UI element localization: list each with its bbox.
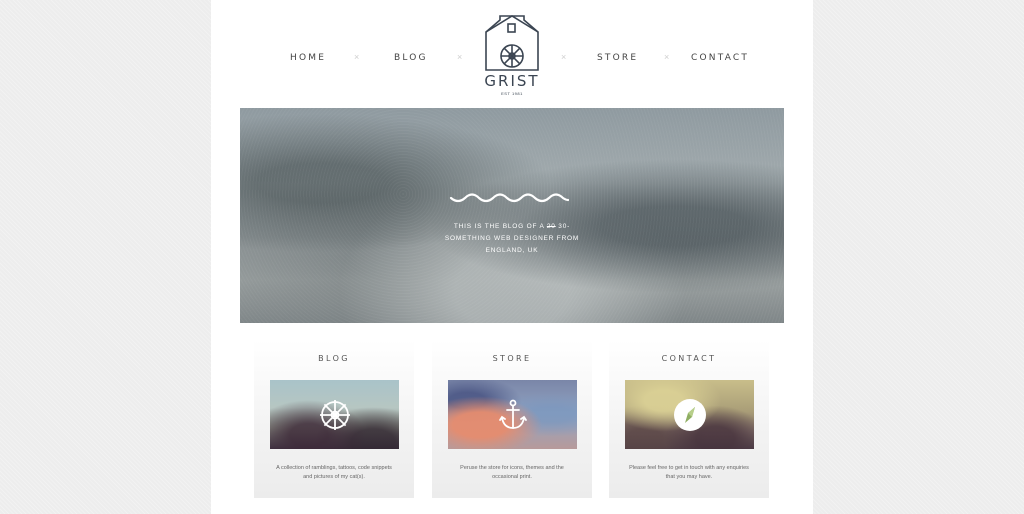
mill-house-icon xyxy=(485,15,539,71)
card-image[interactable] xyxy=(448,380,577,449)
nav-separator: × xyxy=(457,52,463,62)
nav-home[interactable]: HOME xyxy=(290,53,326,63)
card-contact[interactable]: CONTACT Please feel free to get in touch… xyxy=(609,340,769,498)
hero-tagline-struck: 20 xyxy=(546,223,556,230)
nav-separator: × xyxy=(354,52,360,62)
hero-tagline: THIS IS THE BLOG OF A 20 30-SOMETHING WE… xyxy=(437,221,587,257)
card-image[interactable] xyxy=(270,380,399,449)
hero-tagline-start: THIS IS THE BLOG OF A xyxy=(453,223,547,230)
wave-icon xyxy=(449,193,569,203)
nav-store[interactable]: STORE xyxy=(597,53,638,63)
nav-separator: × xyxy=(664,52,670,62)
card-title: BLOG xyxy=(318,354,350,363)
main-nav: HOME × BLOG × GRIST EST 1981 × STORE × C… xyxy=(211,0,813,105)
nav-blog[interactable]: BLOG xyxy=(394,53,428,63)
card-description: Please feel free to get in touch with an… xyxy=(629,465,749,480)
page-container: HOME × BLOG × GRIST EST 1981 × STORE × C… xyxy=(211,0,813,514)
logo-est: EST 1981 xyxy=(501,91,523,96)
card-description: Peruse the store for icons, themes and t… xyxy=(460,465,564,480)
card-blog[interactable]: BLOG A collection of ramblings, tattoos,… xyxy=(254,340,414,498)
card-description: A collection of ramblings, tattoos, code… xyxy=(276,465,392,480)
card-image[interactable] xyxy=(625,380,754,449)
logo-wordmark: GRIST xyxy=(484,72,540,90)
ship-wheel-icon xyxy=(320,400,350,430)
hero-banner: THIS IS THE BLOG OF A 20 30-SOMETHING WE… xyxy=(240,108,784,323)
card-store[interactable]: STORE Peruse the store for icons, themes… xyxy=(432,340,592,498)
nav-contact[interactable]: CONTACT xyxy=(691,53,749,63)
anchor-icon xyxy=(499,399,527,429)
card-title: CONTACT xyxy=(661,354,717,363)
nav-separator: × xyxy=(561,52,567,62)
compass-icon xyxy=(674,399,706,431)
card-title: STORE xyxy=(492,354,532,363)
grist-logo[interactable]: GRIST EST 1981 xyxy=(483,14,543,96)
